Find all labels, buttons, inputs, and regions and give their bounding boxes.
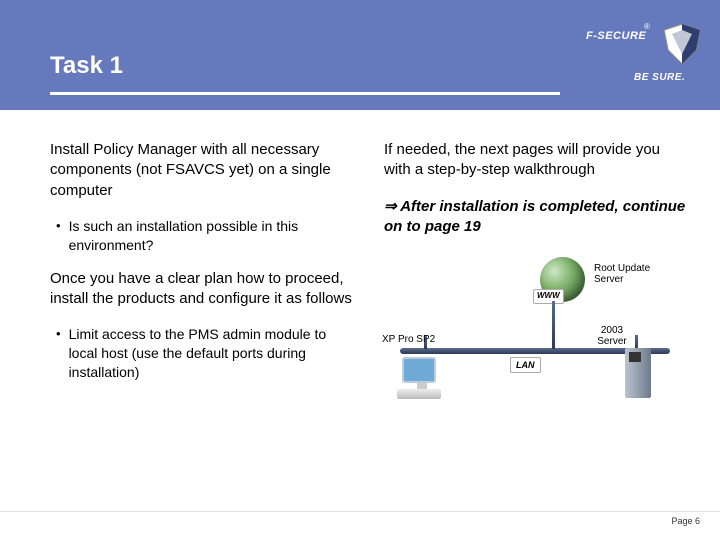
brand-name: F-SECURE [586, 30, 646, 42]
left-bullet-1-text: Is such an installation possible in this… [69, 217, 354, 255]
server-label: 2003Server [592, 325, 632, 347]
left-bullet-2: • Limit access to the PMS admin module t… [56, 325, 354, 382]
right-para-2: ⇒ After installation is completed, conti… [384, 197, 690, 238]
brand-tagline: BE SURE. [634, 72, 685, 83]
header-bar: Task 1 F-SECURE ® BE SURE. [0, 0, 720, 110]
right-column: If needed, the next pages will provide y… [384, 140, 690, 510]
bullet-icon: • [56, 217, 61, 255]
right-para-1: If needed, the next pages will provide y… [384, 140, 690, 181]
server-icon [625, 348, 651, 398]
left-column: Install Policy Manager with all necessar… [50, 140, 354, 510]
title-underline [50, 92, 560, 95]
footer-divider [0, 511, 720, 512]
lan-stub [552, 301, 555, 349]
network-diagram: WWW Root UpdateServer LAN XP Pro SP2 200… [370, 253, 690, 413]
shield-icon [662, 22, 702, 66]
page-num: 6 [695, 516, 700, 526]
pc-icon [402, 357, 441, 399]
content-columns: Install Policy Manager with all necessar… [50, 140, 690, 510]
page-number: Page 6 [671, 516, 700, 526]
registered-mark: ® [644, 22, 650, 31]
www-label: WWW [533, 289, 564, 304]
left-para-2: Once you have a clear plan how to procee… [50, 269, 354, 310]
lan-stub [635, 335, 638, 349]
pc-label: XP Pro SP2 [382, 333, 435, 347]
left-bullet-1: • Is such an installation possible in th… [56, 217, 354, 255]
left-para-1: Install Policy Manager with all necessar… [50, 140, 354, 201]
page-title: Task 1 [50, 52, 123, 80]
left-bullet-2-text: Limit access to the PMS admin module to … [69, 325, 354, 382]
right-para-2-text: After installation is completed, continu… [384, 198, 685, 235]
lan-label: LAN [510, 357, 541, 373]
brand-logo: F-SECURE ® BE SURE. [582, 20, 702, 92]
page-label: Page [671, 516, 692, 526]
root-update-label: Root UpdateServer [594, 263, 650, 285]
bullet-icon: • [56, 325, 61, 382]
arrow-icon: ⇒ [384, 198, 397, 215]
